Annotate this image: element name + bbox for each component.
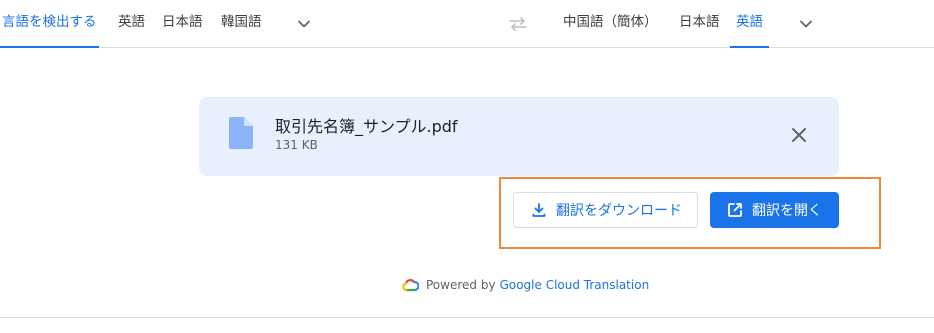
chevron-down-icon bbox=[298, 20, 310, 28]
open-in-new-icon bbox=[728, 203, 742, 217]
uploaded-file-card: 取引先名簿_サンプル.pdf 131 KB bbox=[199, 97, 839, 176]
file-size: 131 KB bbox=[275, 138, 318, 152]
download-translation-button[interactable]: 翻訳をダウンロード bbox=[513, 192, 698, 228]
source-more-languages-button[interactable] bbox=[292, 12, 316, 36]
powered-by-text: Powered by bbox=[426, 278, 496, 292]
divider bbox=[0, 317, 934, 318]
swap-languages-icon bbox=[509, 17, 527, 31]
download-translation-label: 翻訳をダウンロード bbox=[556, 203, 682, 219]
chevron-down-icon bbox=[800, 20, 812, 28]
language-bar: 言語を検出する 英語 日本語 韓国語 中国語（簡体） 日本語 英語 bbox=[0, 0, 934, 48]
tab-source-english[interactable]: 英語 bbox=[118, 0, 145, 47]
google-cloud-logo bbox=[402, 279, 419, 292]
tab-detect-language[interactable]: 言語を検出する bbox=[0, 0, 99, 48]
close-icon bbox=[792, 128, 806, 142]
tab-target-japanese[interactable]: 日本語 bbox=[679, 0, 720, 47]
remove-file-button[interactable] bbox=[785, 121, 813, 149]
google-cloud-translation-link[interactable]: Google Cloud Translation bbox=[500, 278, 650, 292]
tab-source-japanese[interactable]: 日本語 bbox=[162, 0, 203, 47]
swap-languages-button[interactable] bbox=[506, 13, 530, 35]
tab-target-chinese-simplified[interactable]: 中国語（簡体） bbox=[563, 0, 658, 47]
file-name: 取引先名簿_サンプル.pdf bbox=[275, 117, 458, 136]
tab-source-korean[interactable]: 韓国語 bbox=[221, 0, 262, 47]
open-translation-label: 翻訳を開く bbox=[752, 203, 822, 219]
tab-target-english[interactable]: 英語 bbox=[730, 0, 769, 48]
download-icon bbox=[532, 203, 546, 217]
target-more-languages-button[interactable] bbox=[794, 12, 818, 36]
powered-by: Powered by Google Cloud Translation bbox=[401, 276, 649, 294]
document-file-icon bbox=[229, 117, 253, 149]
open-translation-button[interactable]: 翻訳を開く bbox=[710, 192, 839, 228]
